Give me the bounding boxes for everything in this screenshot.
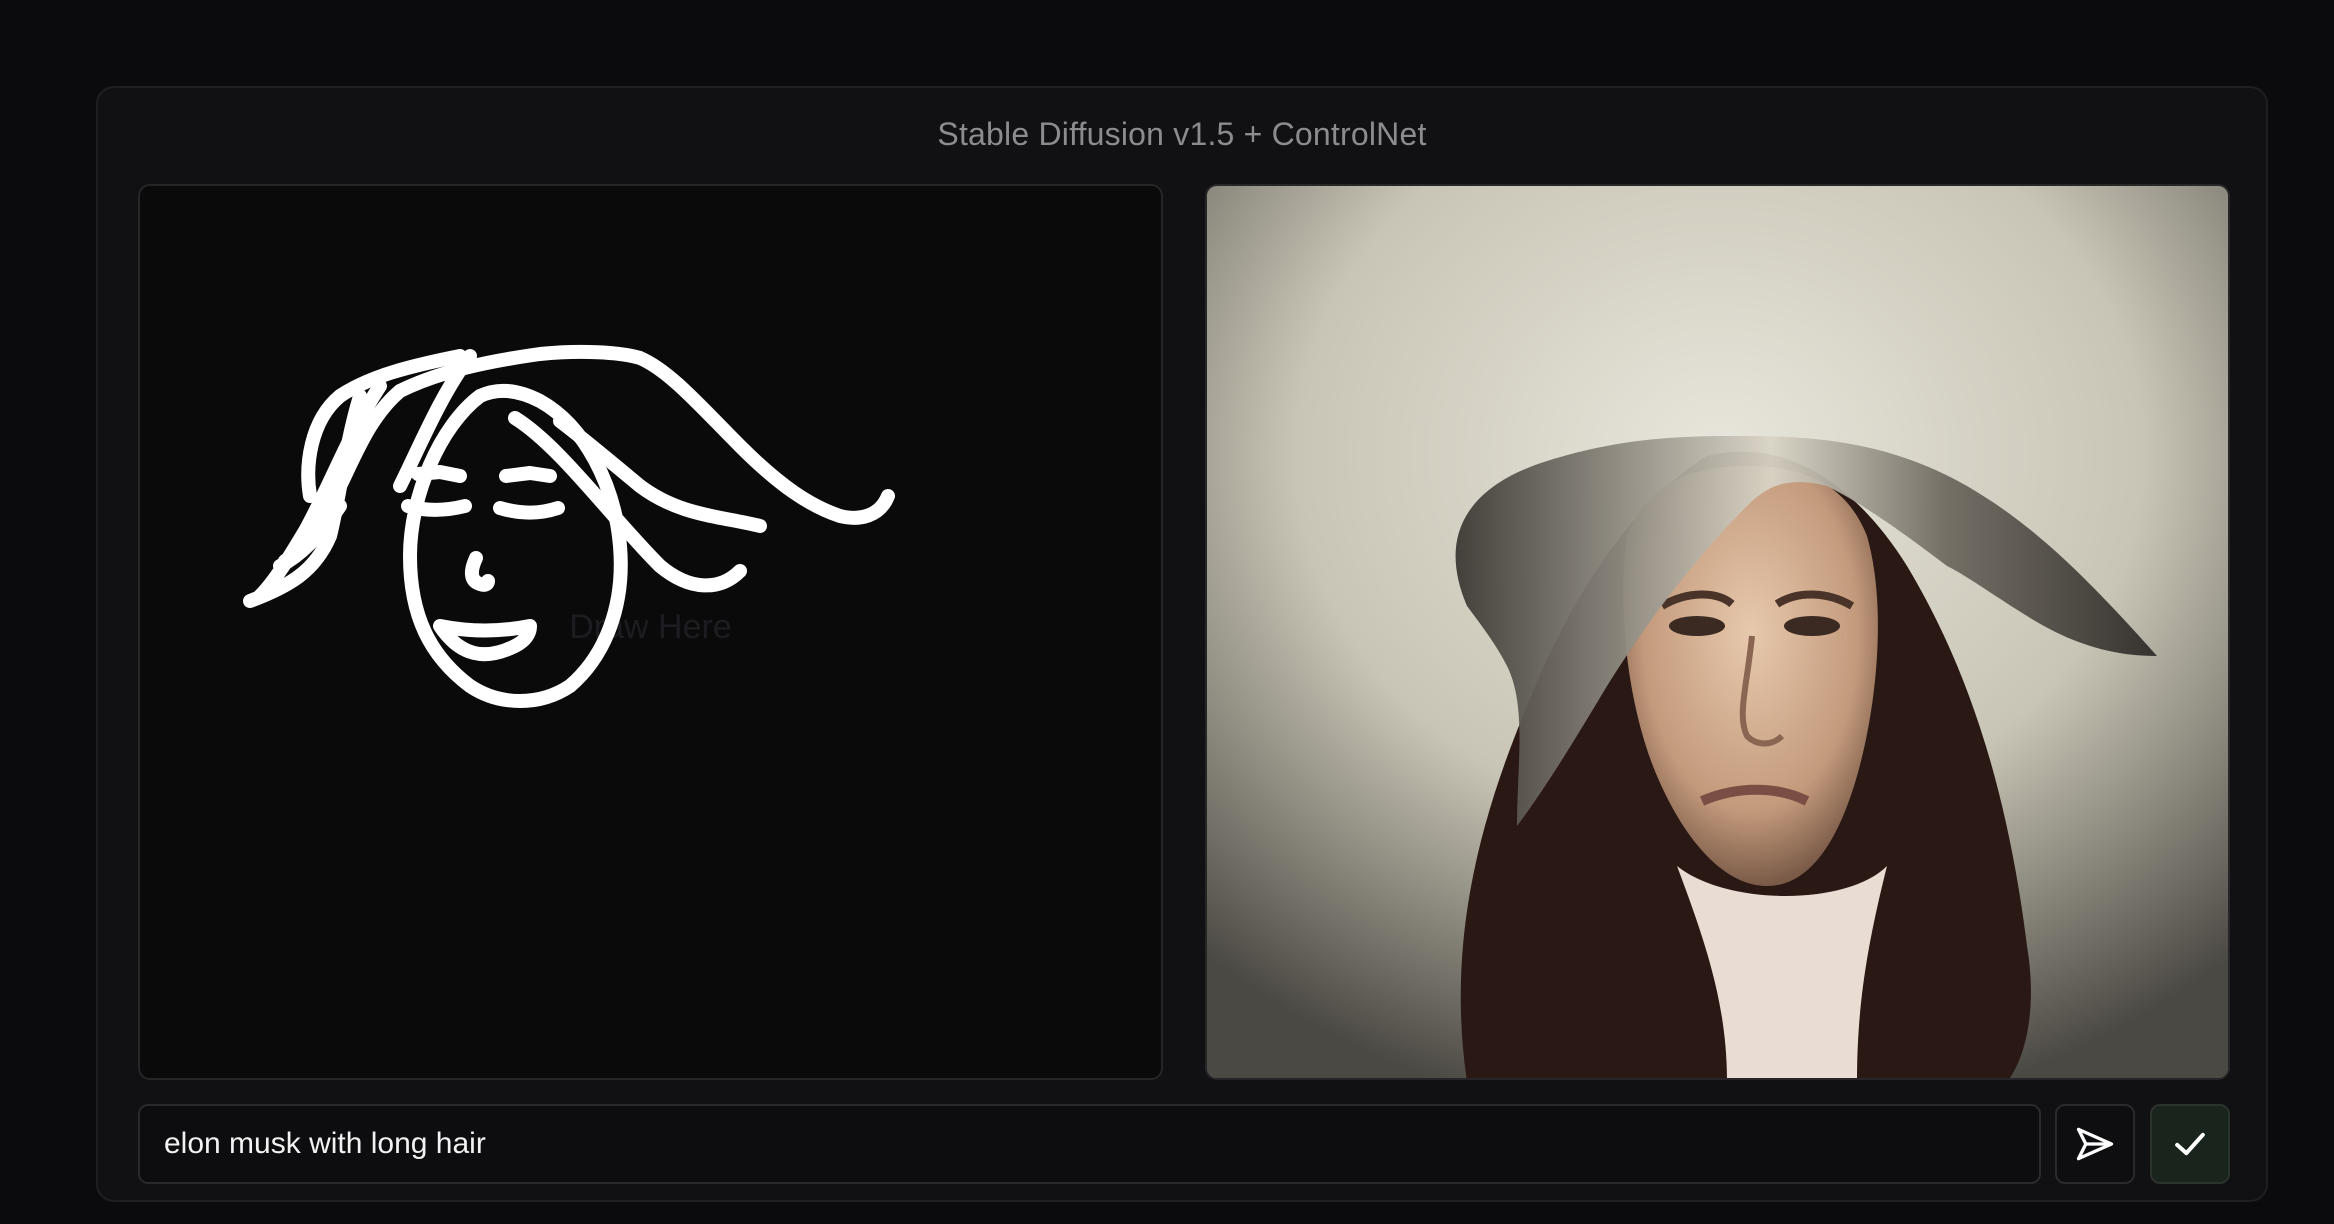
prompt-input[interactable] (138, 1104, 2041, 1184)
sketch-strokes (243, 344, 895, 708)
send-button[interactable] (2055, 1104, 2135, 1184)
drawing-canvas[interactable]: Draw Here (138, 184, 1163, 1080)
portrait-illustration (1207, 186, 2228, 1078)
accept-button[interactable] (2150, 1104, 2230, 1184)
send-arrow-icon (2076, 1127, 2114, 1161)
app-panel: Stable Diffusion v1.5 + ControlNet Draw … (96, 86, 2268, 1202)
generated-image (1205, 184, 2230, 1080)
app-title: Stable Diffusion v1.5 + ControlNet (937, 116, 1427, 152)
checkmark-icon (2175, 1132, 2205, 1156)
